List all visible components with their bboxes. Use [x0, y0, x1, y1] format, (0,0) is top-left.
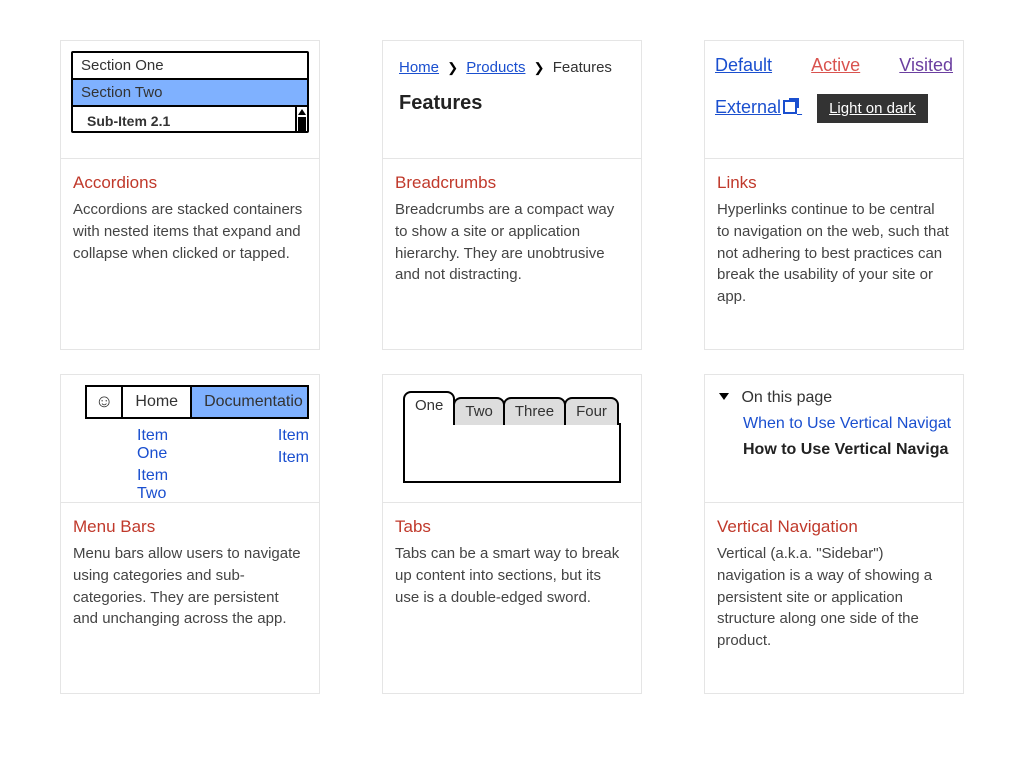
card-body: Links Hyperlinks continue to be central …	[705, 159, 963, 349]
menubar-subitem[interactable]: Item Two	[137, 467, 198, 503]
card-body: Tabs Tabs can be a smart way to break up…	[383, 503, 641, 693]
card-body: Accordions Accordions are stacked contai…	[61, 159, 319, 349]
breadcrumb-widget: Home ❯ Products ❯ Features Features	[393, 51, 631, 123]
tab-three[interactable]: Three	[503, 397, 566, 425]
smiley-icon[interactable]: ☺	[87, 387, 123, 417]
card-desc: Menu bars allow users to navigate using …	[73, 543, 307, 630]
accordion-sub-row: Sub-Item 2.1	[73, 107, 307, 131]
card-title: Links	[717, 173, 951, 193]
scroll-up-icon	[298, 109, 306, 115]
link-external[interactable]: External	[715, 97, 802, 117]
card-vertical-nav[interactable]: On this page When to Use Vertical Naviga…	[704, 374, 964, 694]
link-active[interactable]: Active	[811, 55, 860, 76]
tab-one[interactable]: One	[403, 391, 455, 425]
links-thumb: Default Active Visited External Light on…	[705, 41, 963, 159]
vnav-header[interactable]: On this page	[719, 389, 953, 407]
card-body: Breadcrumbs Breadcrumbs are a compact wa…	[383, 159, 641, 349]
breadcrumb-current: Features	[553, 59, 612, 76]
breadcrumb-heading: Features	[399, 92, 625, 115]
vnav-item-how[interactable]: How to Use Vertical Naviga	[719, 441, 953, 459]
external-link-icon	[783, 100, 797, 114]
accordion-widget: Section One Section Two Sub-Item 2.1	[71, 51, 309, 133]
tabs-panel	[403, 423, 621, 483]
menubar-thumb: ☺ Home Documentatio Item One Item Two It…	[61, 375, 319, 503]
menubar-home[interactable]: Home	[123, 387, 192, 417]
card-menubars[interactable]: ☺ Home Documentatio Item One Item Two It…	[60, 374, 320, 694]
link-external-label: External	[715, 97, 781, 117]
accordion-section-two[interactable]: Section Two	[73, 80, 307, 107]
scroll-thumb[interactable]	[298, 117, 306, 131]
card-title: Tabs	[395, 517, 629, 537]
accordion-scrollbar[interactable]	[295, 107, 307, 131]
card-body: Menu Bars Menu bars allow users to navig…	[61, 503, 319, 693]
tab-two[interactable]: Two	[453, 397, 505, 425]
card-desc: Vertical (a.k.a. "Sidebar") navigation i…	[717, 543, 951, 652]
chevron-right-icon: ❯	[447, 60, 458, 75]
accordions-thumb: Section One Section Two Sub-Item 2.1	[61, 41, 319, 159]
card-breadcrumbs[interactable]: Home ❯ Products ❯ Features Features Brea…	[382, 40, 642, 350]
menubar-widget: ☺ Home Documentatio	[85, 385, 309, 419]
menubar-submenu: Item One Item Two Item Item	[85, 419, 309, 503]
card-desc: Hyperlinks continue to be central to nav…	[717, 199, 951, 308]
link-default[interactable]: Default	[715, 55, 772, 76]
menubar-documentation[interactable]: Documentatio	[192, 387, 309, 417]
tabs-widget: One Two Three Four	[393, 385, 631, 483]
vnav-thumb: On this page When to Use Vertical Naviga…	[705, 375, 963, 503]
card-title: Breadcrumbs	[395, 173, 629, 193]
links-widget: Default Active Visited External Light on…	[715, 51, 953, 127]
card-links[interactable]: Default Active Visited External Light on…	[704, 40, 964, 350]
breadcrumb-products[interactable]: Products	[466, 59, 525, 76]
card-desc: Tabs can be a smart way to break up cont…	[395, 543, 629, 608]
card-title: Accordions	[73, 173, 307, 193]
link-visited[interactable]: Visited	[899, 55, 953, 76]
menubar-subitem[interactable]: Item	[278, 449, 309, 467]
accordion-subitem[interactable]: Sub-Item 2.1	[73, 107, 295, 129]
menubar-subitem[interactable]: Item	[278, 427, 309, 445]
vnav-widget: On this page When to Use Vertical Naviga…	[715, 385, 953, 459]
chevron-right-icon: ❯	[534, 60, 545, 75]
card-tabs[interactable]: One Two Three Four Tabs Tabs can be a sm…	[382, 374, 642, 694]
link-light-on-dark[interactable]: Light on dark	[817, 94, 928, 123]
menubar-subitem[interactable]: Item One	[137, 427, 198, 463]
tabs-thumb: One Two Three Four	[383, 375, 641, 503]
accordion-section-one[interactable]: Section One	[73, 53, 307, 80]
card-title: Vertical Navigation	[717, 517, 951, 537]
card-title: Menu Bars	[73, 517, 307, 537]
vnav-header-label: On this page	[741, 389, 832, 406]
breadcrumb-thumb: Home ❯ Products ❯ Features Features	[383, 41, 641, 159]
vnav-item-when[interactable]: When to Use Vertical Navigat	[719, 415, 953, 433]
card-desc: Accordions are stacked containers with n…	[73, 199, 307, 264]
card-accordions[interactable]: Section One Section Two Sub-Item 2.1 Acc…	[60, 40, 320, 350]
card-desc: Breadcrumbs are a compact way to show a …	[395, 199, 629, 286]
tab-four[interactable]: Four	[564, 397, 619, 425]
card-body: Vertical Navigation Vertical (a.k.a. "Si…	[705, 503, 963, 693]
breadcrumb-home[interactable]: Home	[399, 59, 439, 76]
